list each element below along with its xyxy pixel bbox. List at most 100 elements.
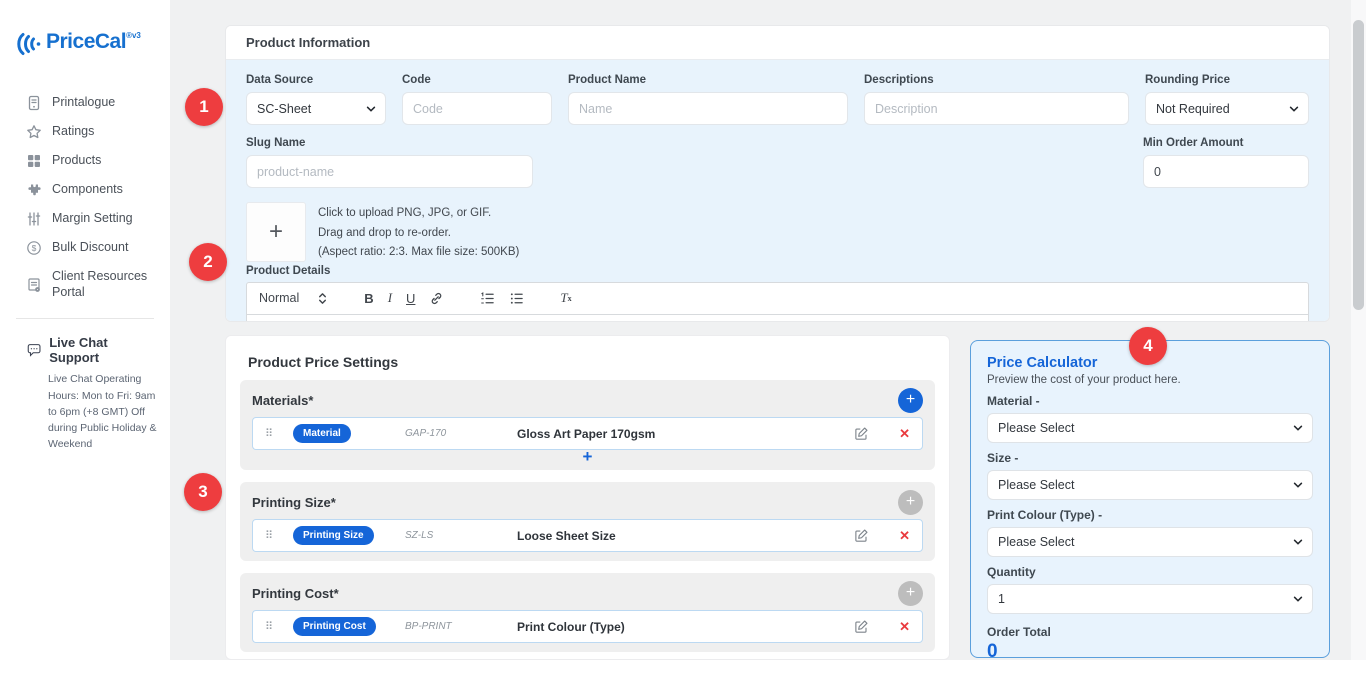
main-content: Product Information Data Source SC-Sheet… (170, 0, 1366, 676)
product-name-input[interactable] (568, 92, 848, 125)
slug-name-label: Slug Name (246, 137, 533, 149)
grid-icon (26, 153, 42, 169)
calc-quantity-select[interactable]: 1 (987, 584, 1313, 614)
sidebar-item-margin-setting[interactable]: Margin Setting (26, 211, 170, 227)
min-order-amount-input[interactable] (1143, 155, 1309, 188)
sidebar-item-label: Margin Setting (52, 211, 133, 227)
clear-formatting-button[interactable]: Tx (560, 290, 571, 306)
calc-size-select[interactable]: Please Select (987, 470, 1313, 500)
calc-print-colour-label: Print Colour (Type) - (987, 508, 1313, 522)
edit-row-button[interactable] (854, 528, 869, 543)
sidebar-item-bulk-discount[interactable]: $ Bulk Discount (26, 240, 170, 256)
delete-row-button[interactable]: ✕ (899, 528, 910, 544)
sidebar-item-products[interactable]: Products (26, 153, 170, 169)
product-information-body: Data Source SC-Sheet Code Product Name (226, 60, 1329, 322)
code-input[interactable] (402, 92, 552, 125)
descriptions-input[interactable] (864, 92, 1129, 125)
edit-row-button[interactable] (854, 426, 869, 441)
sidebar-item-label: Ratings (52, 124, 94, 140)
sliders-icon (26, 211, 42, 227)
materials-heading: Materials* (252, 393, 313, 408)
printing-cost-name: Print Colour (Type) (517, 620, 854, 634)
product-information-title: Product Information (226, 26, 1329, 60)
upload-instructions: Click to upload PNG, JPG, or GIF. Drag a… (318, 202, 519, 263)
paragraph-style-picker[interactable]: Normal (259, 291, 328, 305)
live-chat-hours: Live Chat Operating Hours: Mon to Fri: 9… (48, 371, 160, 452)
printing-size-name: Loose Sheet Size (517, 529, 854, 543)
calc-print-colour-value: Please Select (998, 535, 1074, 549)
calc-print-colour-select[interactable]: Please Select (987, 527, 1313, 557)
edit-icon (854, 619, 869, 634)
chevron-down-icon (1292, 422, 1304, 434)
calc-material-select[interactable]: Please Select (987, 413, 1313, 443)
data-source-value: SC-Sheet (257, 102, 311, 116)
sidebar-item-label: Components (52, 182, 123, 198)
drag-handle-icon[interactable]: ⠿ (265, 529, 293, 542)
material-badge: Material (293, 424, 351, 443)
order-total-label: Order Total (987, 625, 1313, 639)
delete-row-button[interactable]: ✕ (899, 426, 910, 442)
chevron-down-icon (1292, 593, 1304, 605)
calc-material-label: Material - (987, 394, 1313, 408)
plus-icon: + (906, 585, 915, 601)
printing-cost-badge: Printing Cost (293, 617, 376, 636)
product-details-label: Product Details (246, 265, 1309, 277)
calc-size-value: Please Select (998, 478, 1074, 492)
printing-size-row: ⠿ Printing Size SZ-LS Loose Sheet Size ✕ (252, 519, 923, 552)
rounding-price-label: Rounding Price (1145, 74, 1309, 86)
annotation-marker-4: 4 (1129, 327, 1167, 365)
printing-cost-row: ⠿ Printing Cost BP-PRINT Print Colour (T… (252, 610, 923, 643)
sidebar-item-printalogue[interactable]: Printalogue (26, 95, 170, 111)
edit-icon (854, 528, 869, 543)
material-code: GAP-170 (405, 428, 517, 439)
chat-bubble-icon (26, 342, 42, 359)
link-button[interactable] (429, 291, 444, 306)
live-chat-support-header[interactable]: Live Chat Support (26, 335, 156, 365)
image-upload-button[interactable]: + (246, 202, 306, 262)
calc-size-label: Size - (987, 451, 1313, 465)
italic-button[interactable]: I (388, 290, 392, 306)
plus-icon: + (906, 392, 915, 408)
scrollbar-thumb[interactable] (1353, 20, 1364, 310)
product-price-settings-title: Product Price Settings (248, 354, 935, 370)
upload-line-3: (Aspect ratio: 2:3. Max file size: 500KB… (318, 243, 519, 263)
sidebar-item-client-resources-portal[interactable]: Client Resources Portal (26, 269, 154, 300)
slug-name-input[interactable] (246, 155, 533, 188)
price-calculator-subtitle: Preview the cost of your product here. (987, 374, 1313, 386)
rounding-price-select[interactable]: Not Required (1145, 92, 1309, 125)
underline-button[interactable]: U (406, 291, 415, 306)
data-source-label: Data Source (246, 74, 386, 86)
section-printing-size: Printing Size* + ⠿ Printing Size SZ-LS L… (240, 482, 935, 561)
sidebar-nav: Printalogue Ratings (0, 61, 170, 300)
delete-row-button[interactable]: ✕ (899, 619, 910, 635)
live-chat-title: Live Chat Support (49, 335, 156, 365)
star-icon (26, 124, 42, 140)
sidebar-item-label: Bulk Discount (52, 240, 128, 256)
plus-icon: + (906, 494, 915, 510)
drag-handle-icon[interactable]: ⠿ (265, 427, 293, 440)
sidebar-item-ratings[interactable]: Ratings (26, 124, 170, 140)
data-source-select[interactable]: SC-Sheet (246, 92, 386, 125)
puzzle-icon (26, 182, 42, 198)
bold-button[interactable]: B (364, 291, 373, 306)
paragraph-style-value: Normal (259, 291, 299, 305)
brand-version: ®v3 (126, 31, 141, 40)
plus-icon: + (269, 218, 283, 246)
add-printing-cost-button[interactable]: + (898, 581, 923, 606)
annotation-marker-1: 1 (185, 88, 223, 126)
ordered-list-button[interactable] (480, 291, 495, 306)
chevron-down-icon (1288, 103, 1300, 115)
editor-text-area[interactable] (246, 315, 1309, 322)
inline-add-material-button[interactable]: + (252, 450, 923, 466)
add-material-button[interactable]: + (898, 388, 923, 413)
edit-icon (854, 426, 869, 441)
bullet-list-button[interactable] (509, 291, 524, 306)
edit-row-button[interactable] (854, 619, 869, 634)
add-printing-size-button[interactable]: + (898, 490, 923, 515)
drag-handle-icon[interactable]: ⠿ (265, 620, 293, 633)
sidebar-item-components[interactable]: Components (26, 182, 170, 198)
dollar-circle-icon: $ (26, 240, 42, 256)
calc-material-value: Please Select (998, 421, 1074, 435)
updown-icon (317, 292, 328, 305)
product-information-card: Product Information Data Source SC-Sheet… (225, 25, 1330, 322)
